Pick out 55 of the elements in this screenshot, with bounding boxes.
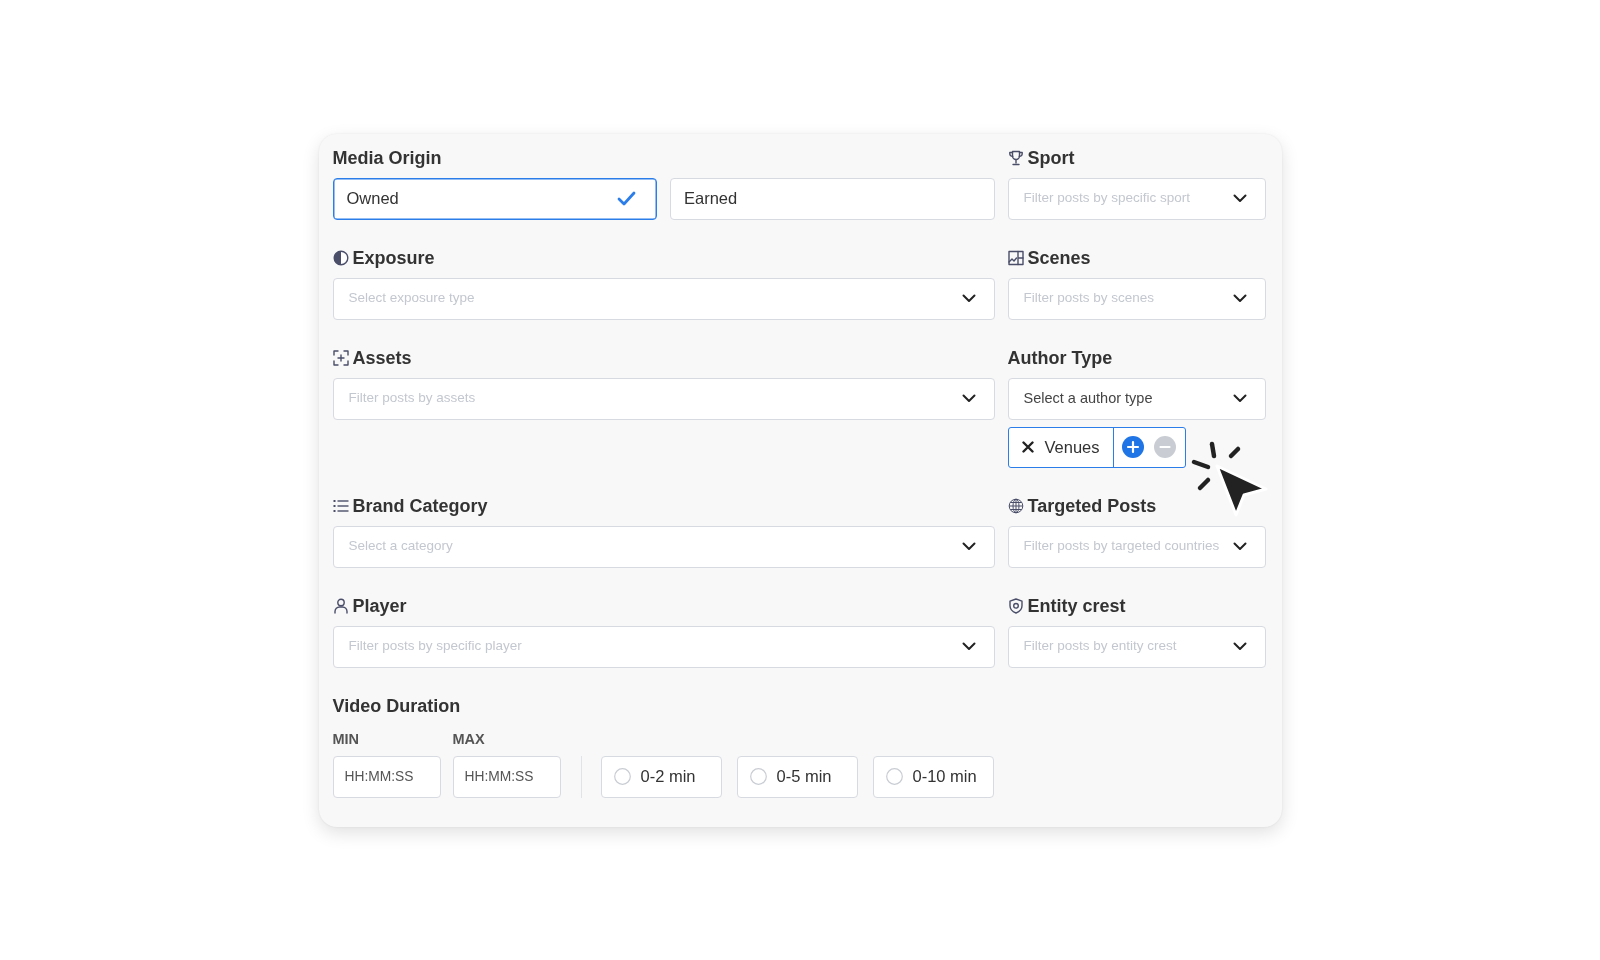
- check-icon: [617, 191, 636, 206]
- field-label: Targeted Posts: [1027, 494, 1157, 518]
- radio-button-icon[interactable]: [613, 768, 631, 785]
- dropdown[interactable]: Filter posts by entity crest: [1007, 625, 1266, 668]
- field-label: Assets: [352, 346, 412, 370]
- chevron-icon: [1232, 642, 1247, 651]
- option-button[interactable]: Earned: [670, 177, 995, 220]
- dropdown[interactable]: Filter posts by assets: [332, 377, 995, 420]
- list-icon: [332, 497, 349, 514]
- person-icon: [332, 597, 349, 614]
- close-icon[interactable]: [1021, 441, 1034, 453]
- field-label: Player: [352, 594, 407, 618]
- chevron-icon: [961, 642, 976, 651]
- time-input-field[interactable]: HH:MM:SS: [452, 755, 561, 798]
- section-label: Video Duration: [332, 694, 461, 718]
- dropdown[interactable]: Select exposure type: [332, 277, 995, 320]
- dropdown[interactable]: Filter posts by specific player: [332, 625, 995, 668]
- globe-icon: [1007, 497, 1024, 514]
- field-label: Exposure: [352, 246, 435, 270]
- chevron-icon: [1232, 294, 1247, 303]
- dropdown[interactable]: Filter posts by scenes: [1007, 277, 1266, 320]
- field-label: Media Origin: [332, 146, 442, 170]
- shield-icon: [1007, 597, 1024, 614]
- chevron-icon: [1232, 194, 1247, 203]
- duration-option[interactable]: 0-2 min: [600, 755, 722, 798]
- field-label: MIN: [332, 730, 360, 748]
- field-label: Scenes: [1027, 246, 1091, 270]
- chevron-icon: [961, 394, 976, 403]
- field-label: Sport: [1027, 146, 1075, 170]
- field-label: Brand Category: [352, 494, 488, 518]
- dropdown[interactable]: Filter posts by specific sport: [1007, 177, 1266, 220]
- chevron-icon: [961, 294, 976, 303]
- cursor-click-icon: [1190, 439, 1269, 518]
- frame-plus-icon: [332, 349, 349, 366]
- tag-label: Venues: [1044, 436, 1100, 458]
- radio-button-icon[interactable]: [749, 768, 767, 785]
- field-label: Entity crest: [1027, 594, 1126, 618]
- duration-option[interactable]: 0-5 min: [736, 755, 858, 798]
- half-circle-icon: [332, 249, 349, 266]
- chevron-icon: [1232, 394, 1247, 403]
- dropdown[interactable]: Select a author type: [1007, 377, 1266, 420]
- time-input-field[interactable]: HH:MM:SS: [332, 755, 441, 798]
- trophy-icon: [1007, 149, 1024, 166]
- field-label: MAX: [452, 730, 485, 748]
- dropdown[interactable]: Filter posts by targeted countries: [1007, 525, 1266, 568]
- chevron-icon: [1232, 542, 1247, 551]
- field-label: Author Type: [1007, 346, 1113, 370]
- dropdown[interactable]: Select a category: [332, 525, 995, 568]
- minus-icon[interactable]: [1153, 436, 1176, 458]
- radio-button-icon[interactable]: [885, 768, 903, 785]
- duration-option[interactable]: 0-10 min: [872, 755, 994, 798]
- plus-icon[interactable]: [1121, 436, 1144, 458]
- option-button[interactable]: Owned: [332, 177, 657, 220]
- picture-grid-icon: [1007, 249, 1024, 266]
- chevron-icon: [961, 542, 976, 551]
